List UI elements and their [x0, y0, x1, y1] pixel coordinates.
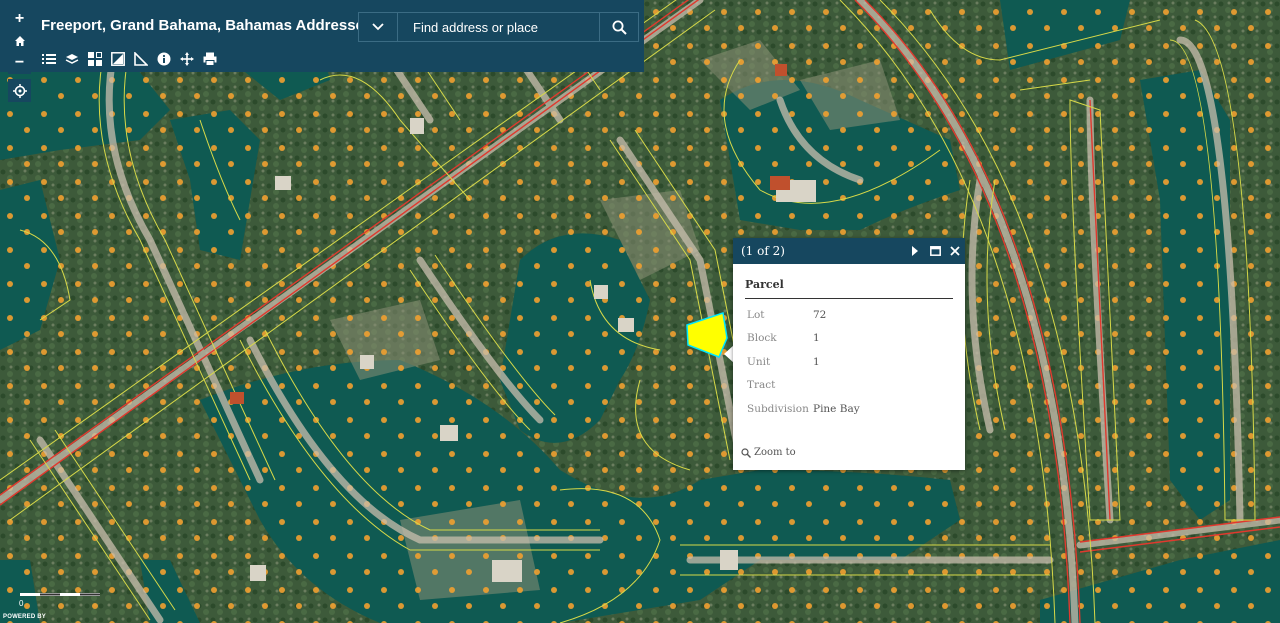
attribute-key: Lot	[747, 308, 765, 321]
scale-bar	[20, 593, 100, 596]
zoom-to-link[interactable]: Zoom to	[741, 447, 796, 458]
crosshair-icon	[12, 83, 27, 98]
attribute-key: Tract	[747, 379, 776, 392]
overview-icon	[110, 52, 125, 66]
layers-button[interactable]	[63, 51, 80, 68]
basemap-icon	[87, 52, 102, 66]
info-icon	[157, 52, 170, 66]
home-button[interactable]	[8, 30, 31, 52]
map-toolbar	[40, 50, 218, 68]
scale-label: 0	[19, 599, 24, 608]
play-next-icon	[912, 246, 918, 256]
zoom-controls: + −	[8, 8, 31, 74]
print-icon	[203, 52, 216, 66]
popup-next-button[interactable]	[905, 238, 925, 264]
magnifier-icon	[741, 447, 751, 458]
info-button[interactable]	[155, 51, 172, 68]
satellite-basemap	[0, 0, 1280, 623]
home-icon	[14, 36, 25, 46]
zoom-out-button[interactable]: −	[8, 52, 31, 74]
search-bar	[358, 12, 639, 42]
popup-maximize-button[interactable]	[925, 238, 945, 264]
pan-icon	[179, 52, 194, 66]
esri-attribution: POWERED BY	[3, 614, 47, 620]
search-icon	[612, 20, 627, 35]
map-view[interactable]: + − Freeport, Grand Bahama, Bahamas Addr…	[0, 0, 1280, 623]
measure-icon	[133, 52, 148, 66]
attribute-value: 1	[813, 332, 820, 345]
zoom-in-button[interactable]: +	[8, 8, 31, 30]
search-button[interactable]	[599, 13, 638, 41]
attribute-row: Lot 72	[747, 303, 965, 327]
attribute-value: 1	[813, 355, 820, 368]
attribute-row: Block 1	[747, 327, 965, 351]
print-button[interactable]	[201, 51, 218, 68]
attribute-list: Lot 72 Block 1 Unit 1 Tract Subdivision …	[733, 303, 965, 421]
feature-popup: (1 of 2) Parcel Lot 72 Block 1 Unit 1 Tr…	[733, 238, 965, 470]
measure-button[interactable]	[132, 51, 149, 68]
attribute-row: Tract	[747, 374, 965, 398]
chevron-down-icon	[372, 23, 384, 31]
popup-close-button[interactable]	[945, 238, 965, 264]
attribute-key: Unit	[747, 355, 771, 368]
zoom-to-label: Zoom to	[754, 447, 796, 458]
overview-button[interactable]	[109, 51, 126, 68]
maximize-icon	[929, 246, 941, 256]
attribute-row: Subdivision Pine Bay	[747, 397, 965, 421]
legend-button[interactable]	[40, 51, 57, 68]
search-input[interactable]	[398, 13, 599, 41]
list-icon	[41, 54, 56, 64]
popup-title: Parcel	[745, 278, 953, 299]
pan-button[interactable]	[178, 51, 195, 68]
locate-button[interactable]	[8, 79, 31, 102]
popup-count: (1 of 2)	[741, 244, 785, 258]
layers-icon	[65, 53, 78, 64]
attribute-value: 72	[813, 308, 827, 321]
app-title: Freeport, Grand Bahama, Bahamas Addresse…	[41, 17, 373, 34]
search-source-dropdown[interactable]	[359, 13, 398, 41]
close-icon	[950, 246, 960, 256]
popup-header: (1 of 2)	[733, 238, 965, 264]
attribute-key: Subdivision	[747, 402, 809, 415]
attribute-row: Unit 1	[747, 350, 965, 374]
attribute-key: Block	[747, 332, 777, 345]
basemap-button[interactable]	[86, 51, 103, 68]
attribute-value: Pine Bay	[813, 402, 860, 415]
